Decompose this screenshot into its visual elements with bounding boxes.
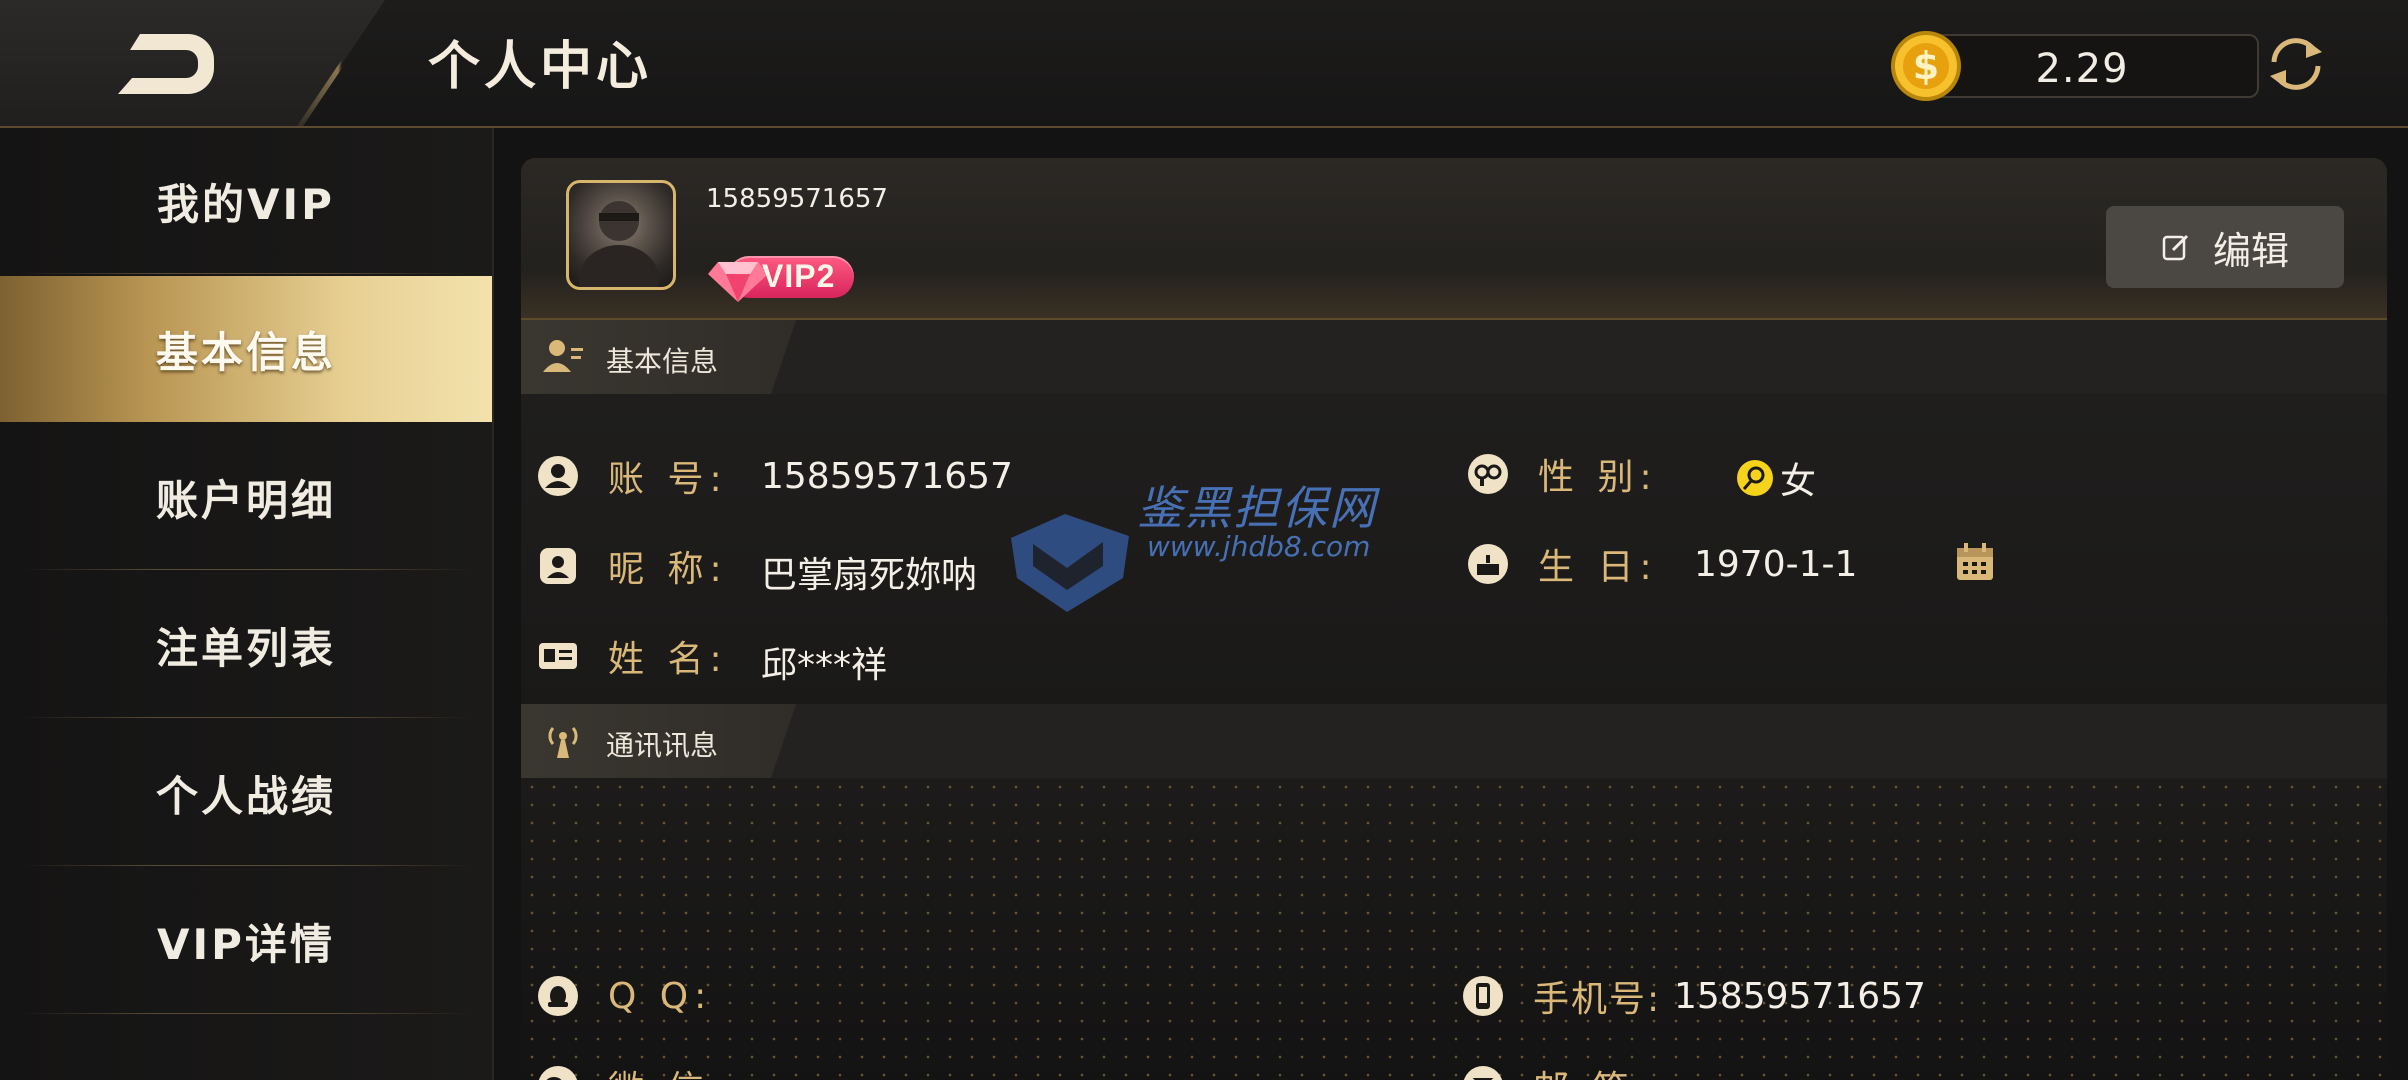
mail-icon [1463, 1066, 1503, 1080]
profile-header: 15859571657 VIP2 编辑 [521, 158, 2387, 320]
watermark-url: www.jhdb8.com [1147, 530, 1371, 563]
antenna-icon [548, 727, 578, 758]
name-row: 姓 名: [536, 626, 728, 686]
wechat-icon [538, 1066, 578, 1080]
nickname-label: 昵 称: [608, 549, 728, 590]
sidebar-item-bet-list[interactable]: 注单列表 [0, 572, 492, 718]
divider [20, 1013, 472, 1014]
top-bar: 个人中心 2.29 $ [0, 0, 2408, 128]
sidebar-item-label: 我的VIP [157, 179, 335, 229]
wechat-label: 微 信: [608, 1060, 728, 1080]
divider [20, 569, 472, 570]
gender-value: 女 [1780, 461, 1817, 502]
contact-section-title: 通讯讯息 [606, 729, 719, 762]
gender-icon [1468, 454, 1508, 494]
mobile-label: 手机号: [1533, 979, 1662, 1020]
basic-info-section-header: 基本信息 [521, 320, 2387, 396]
page-title: 个人中心 [428, 37, 653, 97]
birthday-value: 1970-1-1 [1694, 544, 1858, 585]
vip-level-badge: VIP2 [706, 250, 856, 304]
sidebar-item-my-vip[interactable]: 我的VIP [0, 128, 492, 274]
female-icon [1737, 460, 1773, 496]
sidebar-item-label: 注单列表 [155, 623, 336, 673]
contact-info-area: Q Q: 微 信: 手机号: 15859571657 [521, 778, 2387, 1080]
birthday-row: 生 日: [1466, 534, 1658, 594]
sidebar-item-label: 基本信息 [155, 327, 336, 377]
email-label: 邮 箱: [1533, 1060, 1653, 1080]
diamond-icon [708, 262, 768, 302]
divider [20, 273, 472, 274]
wechat-row: 微 信: [536, 1056, 728, 1080]
account-label: 账 号: [608, 459, 728, 500]
avatar-image [579, 201, 659, 287]
name-label: 姓 名: [608, 639, 728, 680]
edit-icon [2162, 234, 2189, 261]
vip-badge-label: VIP2 [762, 258, 836, 294]
qq-icon [538, 976, 578, 1016]
mobile-row: 手机号: [1461, 966, 1661, 1026]
account-value: 15859571657 [761, 456, 1013, 497]
sidebar-item-label: VIP详情 [157, 919, 335, 969]
birthday-label: 生 日: [1538, 547, 1658, 588]
sidebar: 我的VIP 基本信息 账户明细 注单列表 个人战绩 VIP详情 [0, 128, 494, 1080]
gender-value-group: 女 [1736, 452, 1816, 504]
gender-label: 性 别: [1538, 457, 1658, 498]
gender-row: 性 别: [1466, 444, 1658, 504]
cake-icon [1468, 544, 1508, 584]
calendar-icon[interactable] [1953, 540, 1997, 584]
sidebar-item-vip-details[interactable]: VIP详情 [0, 868, 492, 1014]
sidebar-item-account-details[interactable]: 账户明细 [0, 424, 492, 570]
account-row: 账 号: [536, 446, 728, 506]
divider [20, 865, 472, 866]
sidebar-item-label: 账户明细 [155, 475, 336, 525]
qq-row: Q Q: [536, 966, 712, 1026]
nickname-value: 巴掌扇死妳呐 [761, 555, 978, 596]
edit-button[interactable]: 编辑 [2106, 206, 2344, 288]
contact-section-header: 通讯讯息 [521, 704, 2387, 780]
user-card-icon [543, 340, 583, 372]
avatar[interactable] [566, 180, 676, 290]
watermark-title: 鉴黑担保网 [1137, 481, 1377, 535]
nickname-row: 昵 称: [536, 536, 728, 596]
basic-info-area: 账 号: 15859571657 昵 称: 巴掌扇死妳呐 姓 名: 邱***祥 [521, 394, 2387, 704]
svg-text:$: $ [1913, 44, 1939, 88]
back-button[interactable] [110, 28, 220, 98]
email-row: 邮 箱: [1461, 1056, 1653, 1080]
basic-info-section-title: 基本信息 [606, 345, 719, 378]
edit-button-label: 编辑 [2212, 228, 2289, 273]
account-icon [538, 456, 578, 496]
phone-icon [1463, 976, 1503, 1016]
divider [20, 717, 472, 718]
sidebar-item-basic-info[interactable]: 基本信息 [0, 276, 492, 422]
refresh-icon[interactable] [2262, 32, 2330, 96]
coin-icon: $ [1891, 31, 1961, 101]
sidebar-item-label: 个人战绩 [155, 771, 336, 821]
profile-phone: 15859571657 [706, 184, 888, 214]
name-value: 邱***祥 [761, 645, 888, 686]
qq-label: Q Q: [608, 975, 713, 1017]
portrait-icon [540, 548, 576, 584]
id-card-icon [539, 643, 577, 669]
mobile-value: 15859571657 [1674, 976, 1926, 1017]
main-panel: 15859571657 VIP2 编辑 基本信息 账 号: 1585957165… [521, 158, 2387, 1080]
watermark-logo-icon [1011, 514, 1129, 612]
watermark: 鉴黑担保网 www.jhdb8.com [1005, 468, 1395, 618]
sidebar-item-personal-record[interactable]: 个人战绩 [0, 720, 492, 866]
